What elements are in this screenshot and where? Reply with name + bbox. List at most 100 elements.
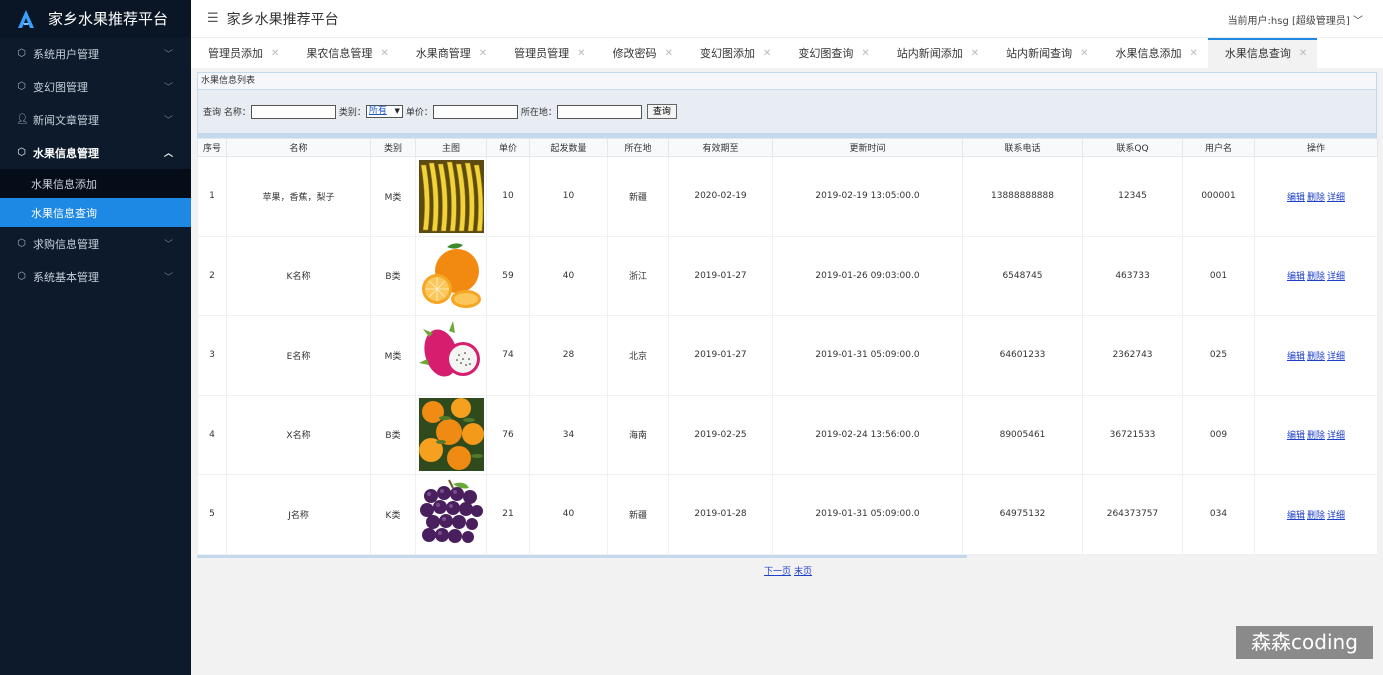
tab-farmer-manage[interactable]: 果农信息管理 ✕ [289, 38, 398, 68]
next-page-link[interactable]: 下一页 [764, 567, 791, 577]
sidebar-item-carousel[interactable]: ⬡ 变幻图管理 ﹀ [0, 70, 191, 103]
tab-fruit-add[interactable]: 水果信息添加 ✕ [1099, 38, 1208, 68]
close-icon[interactable]: ✕ [479, 48, 487, 59]
close-icon[interactable]: ✕ [1299, 48, 1307, 59]
cube-icon: ⬡ [17, 271, 26, 282]
col-header: 名称 [226, 138, 371, 157]
sidebar-item-news[interactable]: 👤︎ 新闻文章管理 ﹀ [0, 103, 191, 136]
close-icon[interactable]: ✕ [1080, 48, 1088, 59]
close-icon[interactable]: ✕ [861, 48, 869, 59]
delete-link[interactable]: 删除 [1307, 352, 1325, 362]
close-icon[interactable]: ✕ [380, 48, 388, 59]
tab-admin-add[interactable]: 管理员添加 ✕ [191, 38, 289, 68]
close-icon[interactable]: ✕ [665, 48, 673, 59]
tab-merchant-manage[interactable]: 水果商管理 ✕ [399, 38, 497, 68]
close-icon[interactable]: ✕ [763, 48, 771, 59]
search-button[interactable]: 查询 [646, 104, 677, 119]
table-row: 1 苹果，香蕉，梨子 M类 10 10 新疆 2020-02-19 2019-0… [197, 156, 1378, 237]
close-icon[interactable]: ✕ [971, 48, 979, 59]
tab-admin-manage[interactable]: 管理员管理 ✕ [497, 38, 595, 68]
delete-link[interactable]: 删除 [1307, 431, 1325, 441]
edit-link[interactable]: 编辑 [1287, 272, 1305, 282]
tab-label: 管理员添加 [208, 47, 263, 60]
cell-category: M类 [370, 315, 416, 396]
col-header: 用户名 [1182, 138, 1255, 157]
price-input[interactable] [432, 104, 518, 119]
cell-category: M类 [370, 156, 416, 237]
page-title: 家乡水果推荐平台 [226, 11, 339, 28]
cell-actions: 编辑 删除 详细 [1254, 394, 1378, 475]
cell-valid-until: 2019-01-27 [668, 315, 773, 396]
cell-location: 浙江 [607, 235, 669, 316]
cell-actions: 编辑 删除 详细 [1254, 315, 1378, 396]
tab-label: 站内新闻查询 [1006, 47, 1073, 60]
detail-link[interactable]: 详细 [1327, 352, 1345, 362]
close-icon[interactable]: ✕ [271, 48, 279, 59]
tab-carousel-query[interactable]: 变幻图查询 ✕ [781, 38, 879, 68]
cell-min-qty: 10 [529, 156, 608, 237]
detail-link[interactable]: 详细 [1327, 272, 1345, 282]
name-input[interactable] [250, 104, 336, 119]
edit-link[interactable]: 编辑 [1287, 193, 1305, 203]
sidebar-item-system-users[interactable]: ⬡ 系统用户管理 ﹀ [0, 37, 191, 70]
logo: 家乡水果推荐平台 [0, 0, 191, 37]
tab-label: 果农信息管理 [306, 47, 373, 60]
cell-qq: 12345 [1082, 156, 1183, 237]
cell-no: 1 [197, 156, 227, 237]
chevron-up-icon: ︿ [163, 149, 173, 159]
cell-updated: 2019-01-26 09:03:00.0 [772, 235, 963, 316]
cell-name: E名称 [226, 315, 371, 396]
edit-link[interactable]: 编辑 [1287, 431, 1305, 441]
pagination: 下一页 末页 [764, 564, 815, 577]
last-page-link[interactable]: 末页 [794, 567, 812, 577]
location-input[interactable] [556, 104, 642, 119]
tab-label: 变幻图添加 [699, 47, 755, 60]
detail-link[interactable]: 详细 [1327, 431, 1345, 441]
tab-fruit-query[interactable]: 水果信息查询 ✕ [1207, 38, 1318, 68]
cell-name: J名称 [226, 474, 371, 555]
cube-icon: ⬡ [17, 81, 26, 92]
watermark: 森森coding [1236, 626, 1373, 659]
col-header: 起发数量 [529, 138, 608, 157]
cell-user: 000001 [1182, 156, 1255, 237]
detail-link[interactable]: 详细 [1327, 511, 1345, 521]
edit-link[interactable]: 编辑 [1287, 352, 1305, 362]
sidebar-item-purchase[interactable]: ⬡ 求购信息管理 ﹀ [0, 227, 191, 260]
tangerine-image [418, 398, 484, 472]
cell-no: 5 [197, 474, 227, 555]
category-select[interactable]: 所有 ▼ [365, 105, 403, 118]
cell-phone: 13888888888 [962, 156, 1083, 237]
tab-change-password[interactable]: 修改密码 ✕ [596, 38, 683, 68]
user-menu[interactable]: 当前用户:hsg [超级管理员] ﹀ [1228, 12, 1363, 27]
cell-updated: 2019-02-19 13:05:00.0 [772, 156, 963, 237]
tab-carousel-add[interactable]: 变幻图添加 ✕ [683, 38, 781, 68]
tab-news-add[interactable]: 站内新闻添加 ✕ [880, 38, 989, 68]
col-header: 更新时间 [772, 138, 963, 157]
sidebar-item-system-basic[interactable]: ⬡ 系统基本管理 ﹀ [0, 260, 191, 293]
chevron-down-icon: ﹀ [163, 50, 173, 60]
header: ☰ 家乡水果推荐平台 当前用户:hsg [超级管理员] ﹀ [191, 0, 1383, 37]
sidebar-item-label: 求购信息管理 [33, 237, 99, 251]
chevron-down-icon: ﹀ [163, 116, 173, 126]
location-label: 所在地： [520, 108, 557, 118]
sidebar-item-fruit-info[interactable]: ⬡ 水果信息管理 ︿ [0, 136, 191, 169]
col-header: 单价 [486, 138, 530, 157]
cell-category: B类 [370, 235, 416, 316]
close-icon[interactable]: ✕ [1190, 48, 1198, 59]
edit-link[interactable]: 编辑 [1287, 511, 1305, 521]
cell-qq: 2362743 [1082, 315, 1183, 396]
sidebar-subitem-fruit-query[interactable]: 水果信息查询 [0, 198, 191, 227]
close-icon[interactable]: ✕ [577, 48, 585, 59]
cube-icon: ⬡ [17, 147, 26, 158]
delete-link[interactable]: 删除 [1307, 511, 1325, 521]
cell-name: K名称 [226, 235, 371, 316]
cell-price: 59 [486, 235, 530, 316]
banana-image [418, 159, 484, 233]
tab-news-query[interactable]: 站内新闻查询 ✕ [989, 38, 1098, 68]
sidebar-subitem-fruit-add[interactable]: 水果信息添加 [0, 169, 191, 198]
delete-link[interactable]: 删除 [1307, 193, 1325, 203]
detail-link[interactable]: 详细 [1327, 193, 1345, 203]
menu-toggle-icon[interactable]: ☰ [207, 11, 219, 26]
table-row: 3 E名称 M类 74 28 北京 2019-01-27 2019-01-31 … [197, 315, 1378, 396]
delete-link[interactable]: 删除 [1307, 272, 1325, 282]
